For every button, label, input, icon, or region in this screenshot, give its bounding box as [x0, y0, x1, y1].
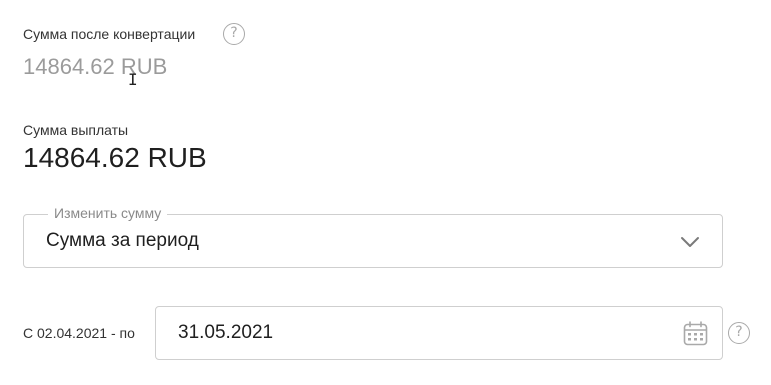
change-amount-selected-value[interactable]: Сумма за период — [46, 230, 199, 252]
payout-amount-label: Сумма выплаты — [23, 122, 129, 138]
period-help-icon[interactable]: ? — [728, 322, 750, 344]
text-cursor-icon: I — [128, 70, 138, 89]
converted-amount-value[interactable]: 14864.62 RUB — [23, 54, 167, 80]
period-end-date-value[interactable]: 31.05.2021 — [178, 322, 273, 344]
chevron-down-icon[interactable] — [680, 235, 700, 249]
converted-help-icon[interactable]: ? — [223, 23, 245, 45]
converted-amount-label: Сумма после конвертации — [23, 26, 196, 42]
change-amount-legend: Изменить сумму — [48, 205, 168, 221]
period-start-label: С 02.04.2021 - по — [23, 325, 135, 341]
calendar-icon[interactable] — [683, 321, 708, 346]
payout-amount-value: 14864.62 RUB — [23, 142, 207, 173]
